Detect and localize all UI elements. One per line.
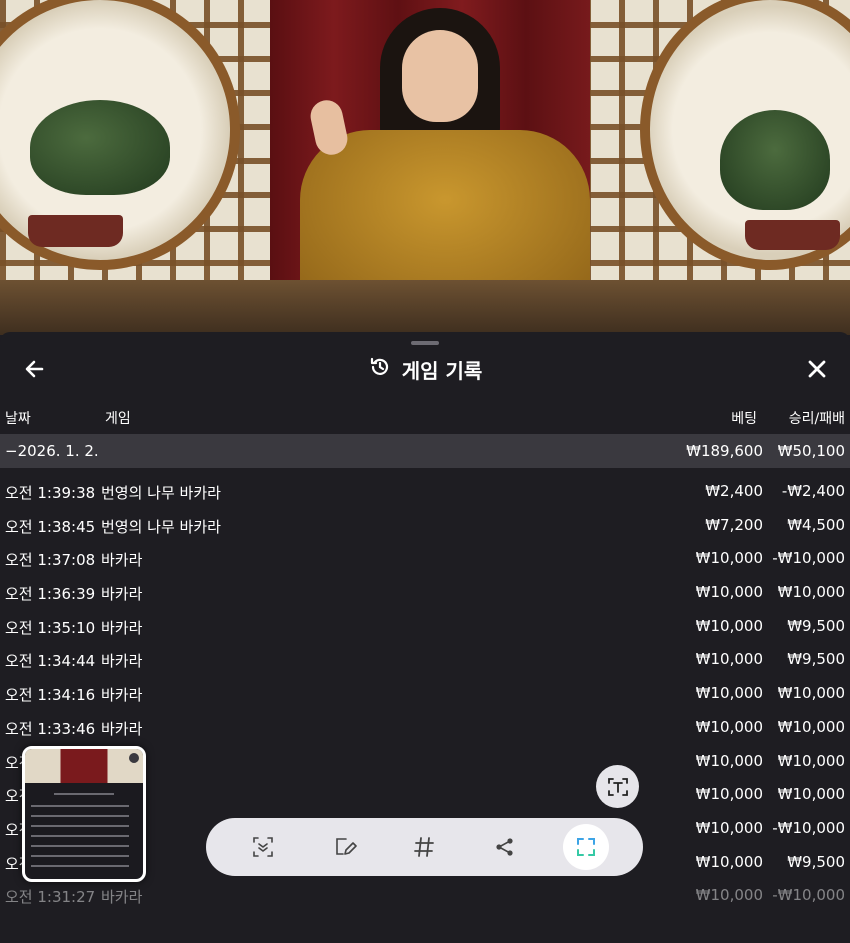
- row-time: 오전 1:36:39: [5, 585, 96, 604]
- row-bet: ₩10,000: [695, 684, 763, 703]
- row-bet: ₩10,000: [695, 852, 763, 871]
- share-icon[interactable]: [487, 829, 523, 865]
- row-win-loss: -₩10,000: [772, 549, 845, 568]
- row-bet: ₩10,000: [695, 616, 763, 635]
- thumbnail-line: [31, 825, 129, 827]
- row-win-loss: -₩2,400: [781, 482, 845, 500]
- screenshot-thumbnail[interactable]: [22, 746, 146, 882]
- bonsai-pot-left: [28, 215, 123, 247]
- row-bet: ₩10,000: [695, 785, 763, 804]
- group-win-loss-total: ₩50,100: [777, 442, 845, 460]
- thumbnail-badge: [129, 753, 139, 763]
- row-time: 오전 1:38:45: [5, 517, 96, 536]
- page-title: 게임 기록: [0, 352, 850, 386]
- game-table: [0, 280, 850, 335]
- row-win-loss: ₩10,000: [777, 684, 845, 703]
- row-time: 오전 1:31:27: [5, 888, 96, 907]
- history-row[interactable]: 오전 1:37:08 바카라 ₩10,000 -₩10,000: [0, 542, 850, 576]
- history-row[interactable]: 오전 1:31:27 바카라 ₩10,000 -₩10,000: [0, 879, 850, 913]
- dealer: [300, 130, 590, 305]
- row-bet: ₩10,000: [695, 549, 763, 568]
- history-row[interactable]: 오전 1:39:38 번영의 나무 바카라 ₩2,400 -₩2,400: [0, 475, 850, 509]
- history-row[interactable]: 오전 1:35:10 바카라 ₩10,000 ₩9,500: [0, 610, 850, 644]
- thumbnail-line: [54, 793, 114, 795]
- row-game: 바카라: [101, 585, 143, 604]
- row-game: 바카라: [101, 652, 143, 671]
- row-win-loss: ₩10,000: [777, 583, 845, 602]
- thumbnail-line: [31, 845, 129, 847]
- row-game: 바카라: [101, 618, 143, 637]
- row-win-loss: ₩9,500: [787, 616, 845, 635]
- hashtag-icon[interactable]: [406, 829, 442, 865]
- capture-frame-icon[interactable]: [563, 824, 609, 870]
- panel-header: 게임 기록: [0, 352, 850, 386]
- dealer-face: [402, 30, 478, 122]
- row-time: 오전 1:34:44: [5, 652, 96, 671]
- row-win-loss: ₩10,000: [777, 751, 845, 770]
- thumbnail-line: [31, 865, 129, 867]
- thumbnail-line: [31, 855, 129, 857]
- group-date: −2026. 1. 2.: [5, 442, 99, 460]
- row-win-loss: ₩10,000: [777, 785, 845, 804]
- row-game: 바카라: [101, 551, 143, 570]
- history-row[interactable]: 오전 1:38:45 번영의 나무 바카라 ₩7,200 ₩4,500: [0, 509, 850, 543]
- smart-select-icon[interactable]: [245, 829, 281, 865]
- thumbnail-line: [31, 805, 129, 807]
- row-win-loss: ₩9,500: [787, 852, 845, 871]
- thumbnail-line: [31, 835, 129, 837]
- row-time: 오전 1:37:08: [5, 551, 96, 570]
- column-headers: 날짜 게임 베팅 승리/패배: [0, 408, 850, 428]
- row-bet: ₩10,000: [695, 583, 763, 602]
- bonsai-left: [30, 100, 170, 195]
- row-time: 오전 1:34:16: [5, 686, 96, 705]
- row-bet: ₩2,400: [705, 482, 763, 500]
- date-group-row[interactable]: −2026. 1. 2. ₩189,600 ₩50,100: [0, 434, 850, 468]
- drag-handle[interactable]: [411, 341, 439, 345]
- row-game: 바카라: [101, 719, 143, 738]
- row-bet: ₩10,000: [695, 650, 763, 669]
- row-win-loss: ₩9,500: [787, 650, 845, 669]
- row-bet: ₩7,200: [705, 515, 763, 534]
- thumbnail-line: [31, 815, 129, 817]
- row-win-loss: ₩4,500: [787, 515, 845, 534]
- history-row[interactable]: 오전 1:36:39 바카라 ₩10,000 ₩10,000: [0, 576, 850, 610]
- history-row[interactable]: 오전 1:34:44 바카라 ₩10,000 ₩9,500: [0, 643, 850, 677]
- column-win-loss: 승리/패배: [788, 411, 845, 427]
- column-bet: 베팅: [731, 411, 757, 427]
- history-row[interactable]: 오전 1:34:16 바카라 ₩10,000 ₩10,000: [0, 677, 850, 711]
- row-time: 오전 1:33:46: [5, 719, 96, 738]
- draw-edit-icon[interactable]: [327, 829, 363, 865]
- title-text: 게임 기록: [401, 358, 483, 383]
- bonsai-pot-right: [745, 220, 840, 250]
- column-date: 날짜: [5, 411, 31, 427]
- live-video-feed[interactable]: [0, 0, 850, 335]
- column-game: 게임: [105, 411, 131, 427]
- row-time: 오전 1:39:38: [5, 484, 96, 502]
- bonsai-right: [720, 110, 830, 210]
- text-extract-icon[interactable]: [596, 765, 639, 808]
- thumbnail-video-preview: [25, 749, 143, 783]
- row-time: 오전 1:35:10: [5, 618, 96, 637]
- row-win-loss: -₩10,000: [772, 886, 845, 905]
- row-game: 번영의 나무 바카라: [101, 484, 221, 502]
- row-win-loss: ₩10,000: [777, 717, 845, 736]
- row-game: 바카라: [101, 686, 143, 705]
- row-bet: ₩10,000: [695, 717, 763, 736]
- row-game: 번영의 나무 바카라: [101, 517, 221, 536]
- row-bet: ₩10,000: [695, 818, 763, 837]
- row-win-loss: -₩10,000: [772, 818, 845, 837]
- screenshot-toolbar: [206, 818, 643, 876]
- close-icon[interactable]: [802, 354, 832, 384]
- row-bet: ₩10,000: [695, 886, 763, 905]
- row-bet: ₩10,000: [695, 751, 763, 770]
- history-row[interactable]: 오전 1:33:46 바카라 ₩10,000 ₩10,000: [0, 711, 850, 745]
- history-icon: [368, 355, 392, 383]
- group-bet-total: ₩189,600: [686, 442, 763, 460]
- row-game: 바카라: [101, 888, 143, 907]
